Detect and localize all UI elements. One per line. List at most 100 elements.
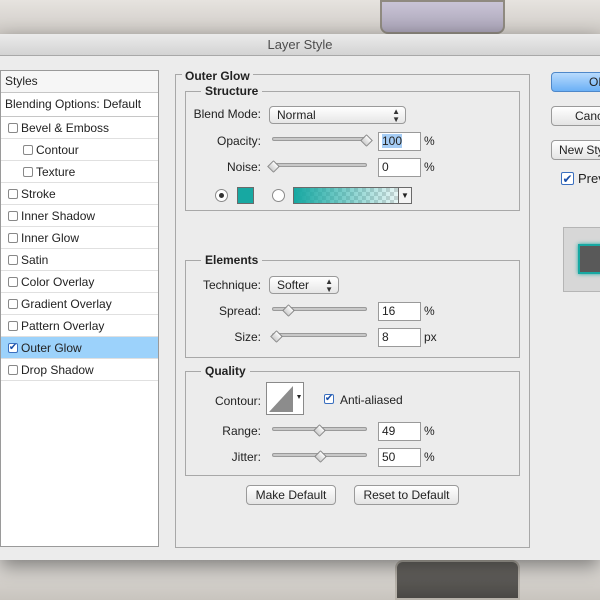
ok-button[interactable]: OK <box>551 72 600 92</box>
size-label: Size: <box>234 330 261 344</box>
elements-title: Elements <box>201 253 263 267</box>
style-item-checkbox[interactable] <box>23 166 33 177</box>
style-item-label: Contour <box>36 142 79 157</box>
style-item-checkbox[interactable]: ✔ <box>8 341 18 353</box>
style-item-drop-shadow[interactable]: Drop Shadow <box>1 359 158 381</box>
structure-title: Structure <box>201 84 263 98</box>
style-item-checkbox[interactable] <box>8 364 18 375</box>
style-item-stroke[interactable]: Stroke <box>1 183 158 205</box>
range-slider-thumb[interactable] <box>312 424 326 437</box>
noise-label: Noise: <box>226 160 261 174</box>
style-item-satin[interactable]: Satin <box>1 249 158 271</box>
background-canvas-top <box>0 0 600 34</box>
style-item-bevel-emboss[interactable]: Bevel & Emboss <box>1 117 158 139</box>
spread-slider-thumb[interactable] <box>282 304 295 317</box>
style-item-checkbox[interactable] <box>23 144 33 155</box>
style-item-checkbox[interactable] <box>8 122 18 133</box>
style-item-checkbox[interactable] <box>8 276 18 287</box>
background-device-bottom <box>395 560 520 600</box>
new-style-button[interactable]: New Style... <box>551 140 600 160</box>
noise-slider-thumb[interactable] <box>267 160 280 173</box>
cancel-button[interactable]: Cancel <box>551 106 600 126</box>
style-item-inner-shadow[interactable]: Inner Shadow <box>1 205 158 227</box>
style-item-inner-glow[interactable]: Inner Glow <box>1 227 158 249</box>
gradient-dropdown-icon[interactable]: ▼ <box>398 187 412 204</box>
style-item-checkbox[interactable] <box>8 232 18 243</box>
style-item-label: Outer Glow <box>21 340 82 355</box>
gradient-radio[interactable] <box>272 189 285 202</box>
range-unit: % <box>424 424 435 438</box>
spread-input[interactable]: 16 <box>378 302 421 321</box>
opacity-value: 100 <box>382 134 403 148</box>
anti-aliased-label: Anti-aliased <box>340 393 403 407</box>
opacity-input[interactable]: 100 <box>378 132 421 151</box>
glow-color-swatch[interactable] <box>237 187 254 204</box>
technique-select[interactable]: Softer ▲ ▼ <box>269 276 339 294</box>
opacity-unit: % <box>424 134 435 148</box>
range-slider[interactable] <box>272 424 367 437</box>
preview-checkbox[interactable]: ✔ <box>561 172 574 185</box>
quality-group: Quality Contour: ✔ Anti-aliased Range: 4… <box>185 364 520 476</box>
anti-aliased-checkbox[interactable]: ✔ <box>324 394 334 404</box>
jitter-slider-thumb[interactable] <box>313 450 327 463</box>
solid-color-radio[interactable] <box>215 189 228 202</box>
style-item-outer-glow[interactable]: ✔ Outer Glow <box>1 337 158 359</box>
style-item-label: Color Overlay <box>21 274 95 289</box>
range-label: Range: <box>222 424 261 438</box>
spread-slider[interactable] <box>272 304 367 317</box>
noise-slider[interactable] <box>267 160 367 173</box>
background-device-top <box>380 0 505 34</box>
elements-group: Elements Technique: Softer ▲ ▼ Spread: 16… <box>185 253 520 358</box>
style-preview <box>563 227 600 292</box>
range-input[interactable]: 49 <box>378 422 421 441</box>
styles-header[interactable]: Styles <box>1 71 158 93</box>
style-item-label: Pattern Overlay <box>21 318 105 333</box>
new-style-label: New Style... <box>559 143 600 157</box>
style-item-label: Drop Shadow <box>21 362 94 377</box>
dialog-title: Layer Style <box>0 34 600 56</box>
blend-mode-select[interactable]: Normal ▲ ▼ <box>269 106 406 124</box>
style-item-gradient-overlay[interactable]: Gradient Overlay <box>1 293 158 315</box>
select-arrows-icon: ▲ ▼ <box>325 277 333 294</box>
size-unit: px <box>424 330 437 344</box>
blend-mode-value: Normal <box>277 108 316 122</box>
size-input[interactable]: 8 <box>378 328 421 347</box>
jitter-unit: % <box>424 450 435 464</box>
style-item-contour[interactable]: Contour <box>1 139 158 161</box>
gradient-preview[interactable] <box>293 187 411 204</box>
technique-label: Technique: <box>202 278 261 292</box>
style-item-checkbox[interactable] <box>8 320 18 331</box>
spread-unit: % <box>424 304 435 318</box>
style-item-texture[interactable]: Texture <box>1 161 158 183</box>
jitter-input[interactable]: 50 <box>378 448 421 467</box>
style-item-label: Gradient Overlay <box>21 296 112 311</box>
noise-input[interactable]: 0 <box>378 158 421 177</box>
style-item-checkbox[interactable] <box>8 188 18 199</box>
size-slider[interactable] <box>270 330 367 343</box>
preview-label: Preview <box>578 171 600 186</box>
style-item-checkbox[interactable] <box>8 254 18 265</box>
quality-title: Quality <box>201 364 250 378</box>
style-item-color-overlay[interactable]: Color Overlay <box>1 271 158 293</box>
blend-mode-label: Blend Mode: <box>193 107 261 121</box>
style-item-label: Stroke <box>21 186 56 201</box>
style-item-checkbox[interactable] <box>8 210 18 221</box>
opacity-slider[interactable] <box>272 134 373 147</box>
noise-unit: % <box>424 160 435 174</box>
opacity-slider-thumb[interactable] <box>360 134 373 147</box>
size-slider-thumb[interactable] <box>270 330 283 343</box>
style-item-label: Inner Shadow <box>21 208 96 223</box>
blending-options-item[interactable]: Blending Options: Default <box>1 93 158 117</box>
style-preview-swatch <box>578 244 600 274</box>
make-default-button[interactable]: Make Default <box>246 485 336 505</box>
cancel-label: Cancel <box>575 109 600 123</box>
style-item-pattern-overlay[interactable]: Pattern Overlay <box>1 315 158 337</box>
contour-curve-icon <box>269 386 301 412</box>
style-item-checkbox[interactable] <box>8 298 18 309</box>
jitter-slider[interactable] <box>272 450 367 463</box>
reset-to-default-button[interactable]: Reset to Default <box>354 485 459 505</box>
contour-picker[interactable] <box>266 382 304 415</box>
checkmark-icon: ✔ <box>8 341 18 353</box>
style-item-label: Satin <box>21 252 49 267</box>
opacity-label: Opacity: <box>216 134 261 148</box>
